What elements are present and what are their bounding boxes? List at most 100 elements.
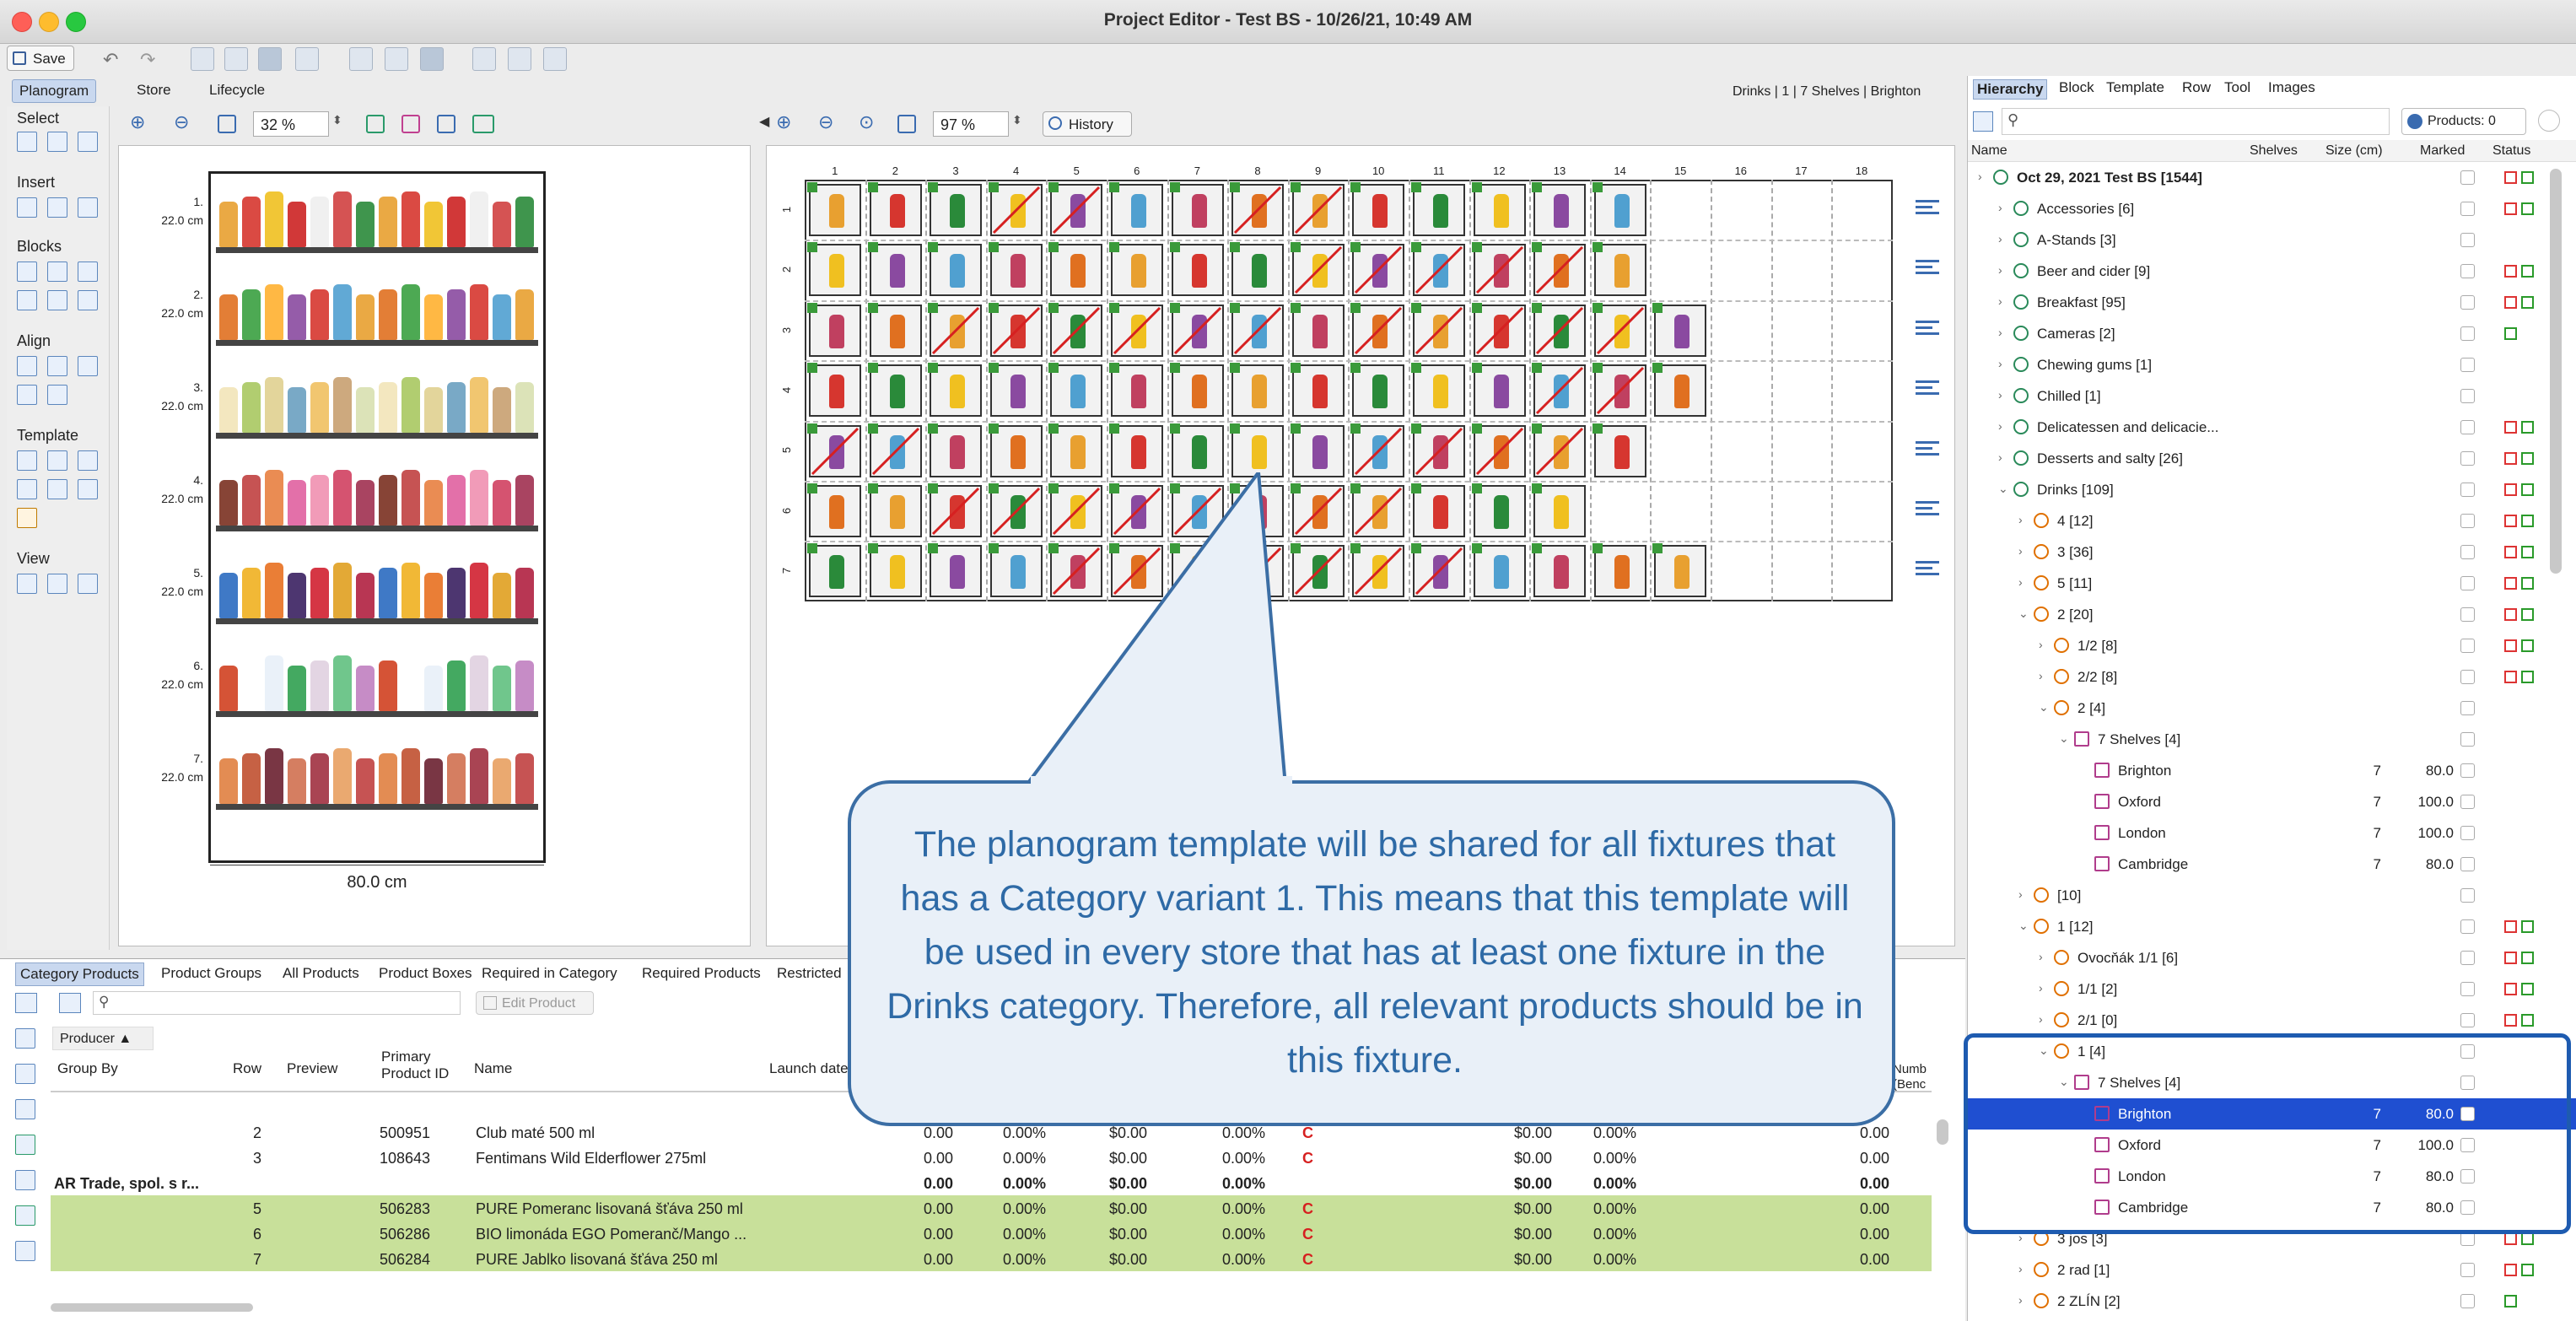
- product-cell[interactable]: [1532, 363, 1587, 418]
- product-cell[interactable]: [867, 423, 922, 477]
- tab-hierarchy[interactable]: Hierarchy: [1973, 79, 2048, 100]
- hierarchy-row[interactable]: › 2 rad [1]: [1968, 1254, 2576, 1286]
- warning-icon[interactable]: [17, 508, 37, 528]
- chevron-right-icon[interactable]: ›: [2018, 513, 2023, 526]
- th-preview[interactable]: Preview: [287, 1060, 337, 1077]
- product-cell[interactable]: [1592, 302, 1646, 357]
- hierarchy-row[interactable]: › Chilled [1]: [1968, 380, 2576, 412]
- product-cell[interactable]: [1169, 302, 1224, 357]
- hierarchy-row[interactable]: › 3 [36]: [1968, 536, 2576, 568]
- hierarchy-row[interactable]: ⌄ Drinks [109]: [1968, 474, 2576, 505]
- product-cell[interactable]: [1471, 302, 1526, 357]
- chevron-right-icon[interactable]: ›: [1998, 388, 2002, 402]
- store-fixture-icon[interactable]: [420, 47, 444, 71]
- block-group-icon[interactable]: [78, 290, 98, 310]
- chevron-right-icon[interactable]: ›: [2039, 950, 2043, 963]
- select-area-icon[interactable]: [78, 132, 98, 152]
- chevron-right-icon[interactable]: ›: [2018, 1293, 2023, 1307]
- hierarchy-view-icon[interactable]: [295, 47, 319, 71]
- product-cell[interactable]: [867, 302, 922, 357]
- product-cell[interactable]: [1532, 543, 1587, 598]
- hierarchy-row[interactable]: › 1/1 [2]: [1968, 973, 2576, 1005]
- product-cell[interactable]: [928, 182, 983, 236]
- shelf-products[interactable]: [218, 559, 536, 618]
- block-split-icon[interactable]: [47, 290, 67, 310]
- row-align-icon[interactable]: [1916, 198, 1939, 218]
- row-align-icon[interactable]: [1916, 499, 1939, 520]
- template-icon[interactable]: [17, 450, 37, 471]
- table-row[interactable]: 3 108643 Fentimans Wild Elderflower 275ml 0…: [51, 1145, 1932, 1170]
- product-cell[interactable]: [928, 423, 983, 477]
- product-cell[interactable]: [1471, 423, 1526, 477]
- table-row[interactable]: 6 506286 BIO limonáda EGO Pomeranč/Mango .…: [51, 1221, 1932, 1246]
- product-cell[interactable]: [1109, 182, 1163, 236]
- product-cell[interactable]: [867, 242, 922, 297]
- block-select-icon[interactable]: [47, 262, 67, 282]
- chevron-right-icon[interactable]: ›: [1998, 357, 2002, 370]
- product-cell[interactable]: [1290, 182, 1345, 236]
- hierarchy-row[interactable]: › Beer and cider [9]: [1968, 256, 2576, 287]
- block-merge-icon[interactable]: [17, 290, 37, 310]
- product-cell[interactable]: [1230, 423, 1285, 477]
- hierarchy-row[interactable]: › Oct 29, 2021 Test BS [1544]: [1968, 162, 2576, 193]
- product-cell[interactable]: [1290, 423, 1345, 477]
- marked-checkbox[interactable]: [2460, 919, 2475, 934]
- product-cell[interactable]: [1109, 302, 1163, 357]
- template-apply-icon[interactable]: [47, 450, 67, 471]
- product-cell[interactable]: [1411, 242, 1465, 297]
- hierarchy-row[interactable]: › 2/2 [8]: [1968, 661, 2576, 693]
- column-view-icon[interactable]: [224, 47, 248, 71]
- product-cell[interactable]: [1411, 363, 1465, 418]
- bottom-tab-required-products[interactable]: Required Products: [638, 962, 765, 984]
- hierarchy-scrollbar[interactable]: [2550, 169, 2562, 574]
- product-cell[interactable]: [928, 483, 983, 537]
- product-cell[interactable]: [1350, 423, 1405, 477]
- select-icon[interactable]: [17, 132, 37, 152]
- product-cell[interactable]: [1169, 242, 1224, 297]
- marked-checkbox[interactable]: [2460, 951, 2475, 965]
- tab-images[interactable]: Images: [2268, 79, 2315, 96]
- product-cell[interactable]: [1471, 363, 1526, 418]
- report-icon[interactable]: [472, 47, 496, 71]
- hierarchy-row[interactable]: ⌄ 1 [12]: [1968, 911, 2576, 942]
- product-cell[interactable]: [1230, 302, 1285, 357]
- marked-checkbox[interactable]: [2460, 701, 2475, 715]
- product-cell[interactable]: [867, 363, 922, 418]
- row-align-icon[interactable]: [1916, 559, 1939, 580]
- chevron-right-icon[interactable]: ›: [2039, 638, 2043, 651]
- product-cell[interactable]: [1652, 543, 1707, 598]
- product-cell[interactable]: [1109, 423, 1163, 477]
- product-cell[interactable]: [1592, 423, 1646, 477]
- product-cell[interactable]: [1652, 302, 1707, 357]
- tab-template[interactable]: Template: [2106, 79, 2164, 96]
- chevron-right-icon[interactable]: ›: [2039, 981, 2043, 995]
- shelf-products[interactable]: [218, 652, 536, 711]
- products-vscrollbar[interactable]: [1937, 1119, 1948, 1145]
- hierarchy-row[interactable]: › A-Stands [3]: [1968, 224, 2576, 256]
- marked-checkbox[interactable]: [2460, 607, 2475, 622]
- insert-text-icon[interactable]: [78, 197, 98, 218]
- shelf-products[interactable]: [218, 745, 536, 804]
- bottom-tab-category-products[interactable]: Category Products: [15, 962, 144, 986]
- product-cell[interactable]: [1592, 363, 1646, 418]
- th-launch-date[interactable]: Launch date: [769, 1060, 849, 1077]
- center-fit-icon[interactable]: [897, 115, 916, 133]
- product-cell[interactable]: [1350, 242, 1405, 297]
- tab-store[interactable]: Store: [130, 79, 178, 103]
- product-cell[interactable]: [1592, 242, 1646, 297]
- product-cell[interactable]: [988, 363, 1043, 418]
- group-by-chip[interactable]: Producer ▲: [52, 1027, 154, 1050]
- hierarchy-row[interactable]: › 1/2 [8]: [1968, 630, 2576, 661]
- chevron-right-icon[interactable]: ›: [1998, 232, 2002, 245]
- product-cell[interactable]: [1350, 543, 1405, 598]
- product-cell[interactable]: [988, 423, 1043, 477]
- chevron-down-icon[interactable]: ⌄: [2039, 700, 2049, 714]
- marked-checkbox[interactable]: [2460, 888, 2475, 903]
- marked-checkbox[interactable]: [2460, 389, 2475, 403]
- product-cell[interactable]: [1350, 363, 1405, 418]
- table-row[interactable]: AR Trade, spol. s r... 0.00 0.00% $0.00 0.00…: [51, 1170, 1932, 1195]
- product-cell[interactable]: [1109, 242, 1163, 297]
- product-cell[interactable]: [867, 182, 922, 236]
- product-cell[interactable]: [867, 483, 922, 537]
- hierarchy-row[interactable]: › Delicatessen and delicacie...: [1968, 412, 2576, 443]
